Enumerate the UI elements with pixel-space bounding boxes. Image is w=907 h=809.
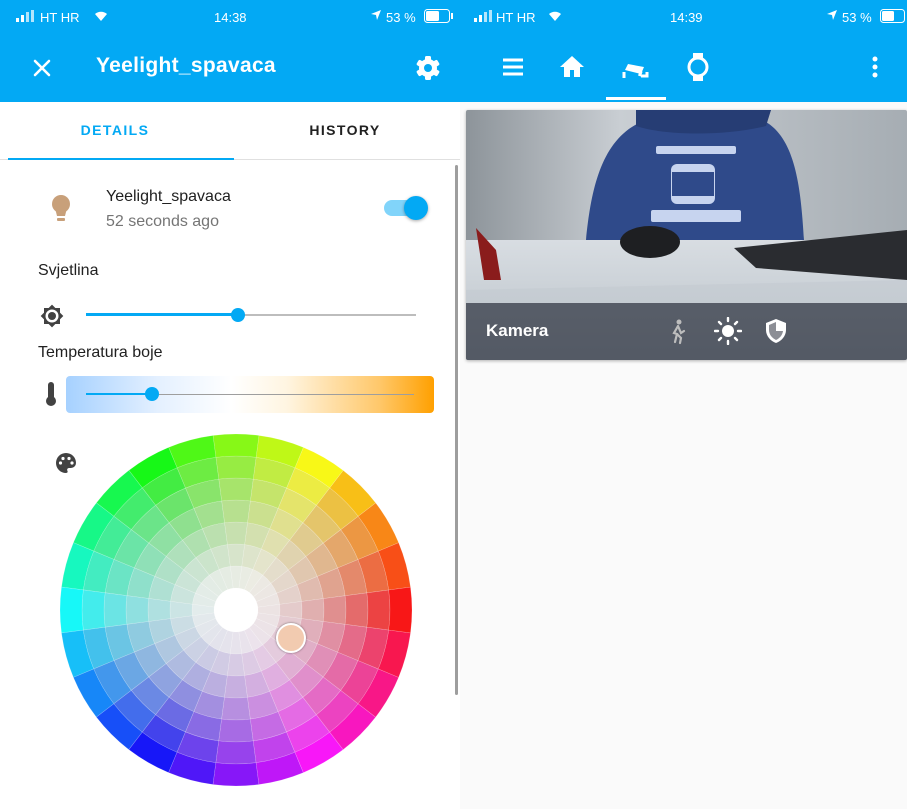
menu-button[interactable]: [496, 50, 530, 84]
color-wheel-segment[interactable]: [221, 499, 251, 524]
color-wheel-segment[interactable]: [366, 589, 391, 631]
status-bar-right: HT HR 14:39 53 %: [460, 0, 907, 34]
home-icon: [560, 56, 584, 77]
color-wheel-segment[interactable]: [103, 592, 128, 628]
light-toggle[interactable]: [384, 196, 430, 220]
wifi-icon: [546, 8, 564, 25]
brightness-label: Svjetlina: [38, 262, 99, 279]
color-wheel-segment[interactable]: [215, 740, 257, 765]
color-wheel-segment[interactable]: [212, 762, 260, 787]
color-wheel-segment[interactable]: [218, 718, 254, 743]
color-wheel-segment[interactable]: [221, 696, 251, 721]
thermometer-icon: [44, 380, 58, 408]
color-wheel-segment[interactable]: [388, 586, 413, 634]
lightbulb-icon: [50, 194, 72, 224]
color-wheel-segment[interactable]: [344, 592, 369, 628]
entity-name: Yeelight_spavaca: [106, 188, 231, 205]
carrier-label: HT HR: [40, 10, 80, 25]
settings-button[interactable]: [412, 52, 444, 84]
gear-icon: [416, 56, 440, 80]
dots-vertical-icon: [872, 56, 878, 78]
color-wheel-segment[interactable]: [215, 455, 257, 480]
location-icon: [370, 9, 382, 24]
shield-icon[interactable]: [762, 317, 790, 345]
camera-card[interactable]: Kamera: [466, 110, 907, 360]
battery-icon: [880, 9, 906, 26]
active-tab-indicator: [606, 97, 666, 100]
camera-card-footer: Kamera: [466, 303, 907, 360]
motion-icon[interactable]: [664, 317, 692, 345]
status-time: 14:38: [214, 10, 247, 25]
slider-track-active: [86, 313, 238, 316]
color-wheel-segment[interactable]: [224, 675, 248, 699]
location-icon: [826, 9, 838, 24]
overflow-menu-button[interactable]: [858, 50, 892, 84]
menu-icon: [503, 58, 523, 76]
signal-icon: [16, 10, 36, 25]
tab-history[interactable]: HISTORY: [230, 102, 460, 160]
battery-label: 53 %: [386, 10, 416, 25]
battery-label: 53 %: [842, 10, 872, 25]
color-wheel-segment[interactable]: [81, 589, 106, 631]
color-wheel-segment[interactable]: [301, 598, 325, 622]
nav-tab-cameras[interactable]: [619, 50, 653, 84]
brightness-icon: [38, 302, 66, 330]
color-temp-label: Temperatura boje: [38, 344, 163, 361]
close-button[interactable]: [26, 52, 58, 84]
color-temp-slider[interactable]: [66, 376, 434, 413]
color-wheel[interactable]: [58, 432, 414, 788]
cctv-icon: [622, 64, 649, 78]
app-toolbar: [460, 34, 907, 102]
color-wheel-center[interactable]: [214, 588, 258, 632]
color-wheel-segment[interactable]: [224, 521, 248, 545]
status-bar-left: HT HR 14:38 53 %: [0, 0, 460, 34]
brightness-sun-icon[interactable]: [713, 316, 743, 346]
tab-details[interactable]: DETAILS: [0, 102, 230, 160]
slider-thumb[interactable]: [144, 387, 159, 401]
brightness-slider[interactable]: [86, 304, 416, 326]
nav-tab-home[interactable]: [555, 50, 589, 84]
slider-thumb[interactable]: [230, 308, 245, 322]
carrier-label: HT HR: [496, 10, 536, 25]
wifi-icon: [92, 8, 110, 25]
color-wheel-segment[interactable]: [125, 595, 150, 625]
color-wheel-segment[interactable]: [212, 433, 260, 458]
color-wheel-segment[interactable]: [322, 595, 347, 625]
color-wheel-segment[interactable]: [218, 477, 254, 502]
dialog-header: Yeelight_spavaca: [0, 34, 460, 102]
nav-tab-watch[interactable]: [681, 50, 715, 84]
battery-icon: [424, 9, 454, 26]
color-wheel-segment[interactable]: [59, 586, 84, 634]
signal-icon: [474, 10, 494, 25]
dialog-title: Yeelight_spavaca: [96, 54, 276, 77]
watch-icon: [687, 53, 709, 81]
camera-name: Kamera: [486, 321, 549, 340]
close-icon: [33, 59, 51, 77]
color-wheel-marker[interactable]: [276, 623, 306, 653]
toggle-knob: [404, 196, 428, 220]
slider-track-active: [86, 393, 152, 395]
dialog-tabs: DETAILS HISTORY: [0, 102, 460, 160]
status-time: 14:39: [670, 10, 703, 25]
active-tab-indicator: [8, 158, 234, 160]
scrollbar[interactable]: [455, 165, 458, 695]
color-wheel-segment[interactable]: [147, 598, 171, 622]
last-changed-label: 52 seconds ago: [106, 213, 219, 230]
